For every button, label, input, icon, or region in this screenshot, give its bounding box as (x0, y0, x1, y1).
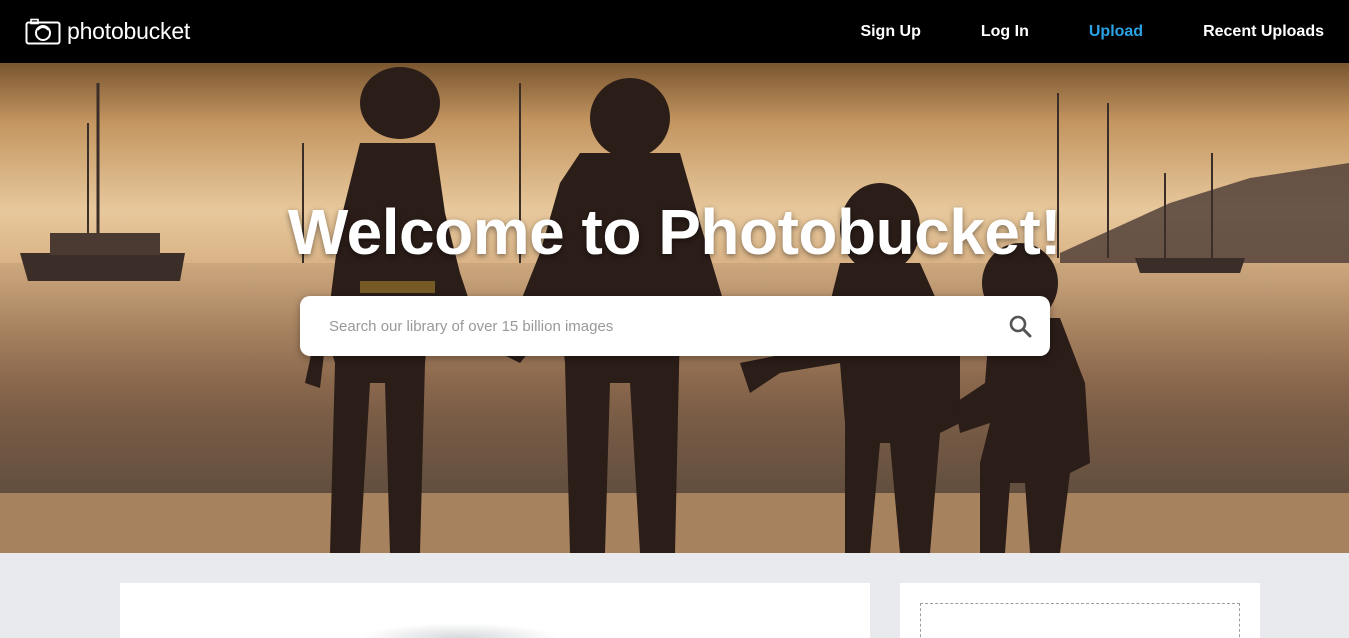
main-nav: Sign Up Log In Upload Recent Uploads (800, 23, 1324, 41)
card-image-preview (360, 623, 560, 638)
upload-link[interactable]: Upload (1089, 23, 1143, 41)
search-button[interactable] (990, 296, 1050, 356)
promo-dashed-box (920, 603, 1240, 638)
search-bar (300, 296, 1050, 356)
logo-text: photobucket (67, 18, 191, 44)
recent-uploads-link[interactable]: Recent Uploads (1203, 23, 1324, 41)
signup-promo-card (900, 583, 1260, 638)
top-navbar: photobucket Sign Up Log In Upload Recent… (0, 0, 1349, 63)
photobucket-logo[interactable]: photobucket (25, 18, 190, 45)
sign-up-link[interactable]: Sign Up (860, 23, 920, 41)
hero-banner: Welcome to Photobucket! (0, 63, 1349, 553)
hero-title: Welcome to Photobucket! (287, 196, 1062, 268)
feature-card (120, 583, 870, 638)
log-in-link[interactable]: Log In (981, 23, 1029, 41)
camera-logo-icon (25, 18, 61, 45)
search-input[interactable] (300, 296, 990, 356)
search-icon (1009, 315, 1032, 338)
